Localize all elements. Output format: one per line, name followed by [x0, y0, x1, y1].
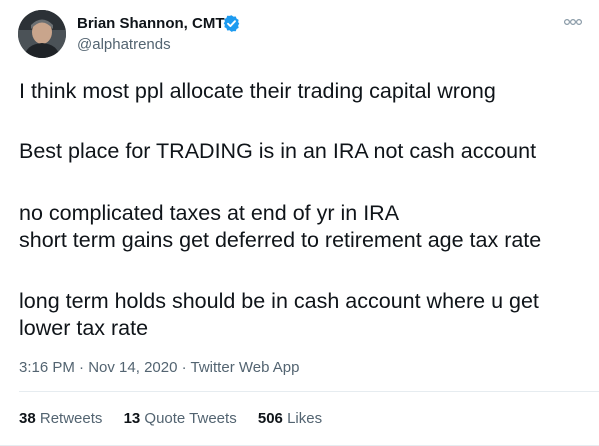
retweets-stat[interactable]: 38 Retweets	[19, 410, 102, 427]
likes-label: Likes	[282, 410, 323, 427]
tweet-text-line: lower tax rate	[19, 316, 149, 340]
tweet-card: Brian Shannon, CMT @alphatrends I think …	[0, 0, 599, 446]
verified-badge-icon	[223, 15, 240, 32]
meta-separator: ·	[177, 359, 191, 376]
quote-tweets-count: 13	[123, 410, 141, 427]
tweet-text-line: Best place for TRADING is in an IRA not …	[19, 139, 537, 163]
engagement-stats: 38 Retweets 13 Quote Tweets 506 Likes	[19, 410, 339, 427]
author-handle[interactable]: @alphatrends	[77, 36, 171, 53]
quote-tweets-label: Quote Tweets	[140, 410, 237, 427]
tweet-text-line: long term holds should be in cash accoun…	[19, 289, 539, 313]
retweets-label: Retweets	[35, 410, 103, 427]
tweet-text-line: no complicated taxes at end of yr in IRA	[19, 201, 400, 225]
retweets-count: 38	[19, 410, 36, 427]
tweet-time[interactable]: 3:16 PM	[19, 359, 75, 376]
divider	[19, 391, 599, 392]
tweet-source[interactable]: Twitter Web App	[191, 359, 300, 376]
quote-tweets-stat[interactable]: 13 Quote Tweets	[124, 410, 237, 427]
meta-separator: ·	[74, 359, 89, 376]
tweet-text-line: I think most ppl allocate their trading …	[19, 79, 496, 103]
author-name[interactable]: Brian Shannon, CMT	[77, 15, 225, 32]
more-options-icon[interactable]	[562, 14, 584, 28]
avatar[interactable]	[18, 10, 66, 58]
tweet-metadata: 3:16 PM · Nov 14, 2020 · Twitter Web App	[19, 359, 299, 376]
likes-count: 506	[257, 410, 283, 427]
tweet-date[interactable]: Nov 14, 2020	[88, 359, 177, 376]
likes-stat[interactable]: 506 Likes	[258, 410, 322, 427]
tweet-text-line: short term gains get deferred to retirem…	[19, 228, 542, 252]
